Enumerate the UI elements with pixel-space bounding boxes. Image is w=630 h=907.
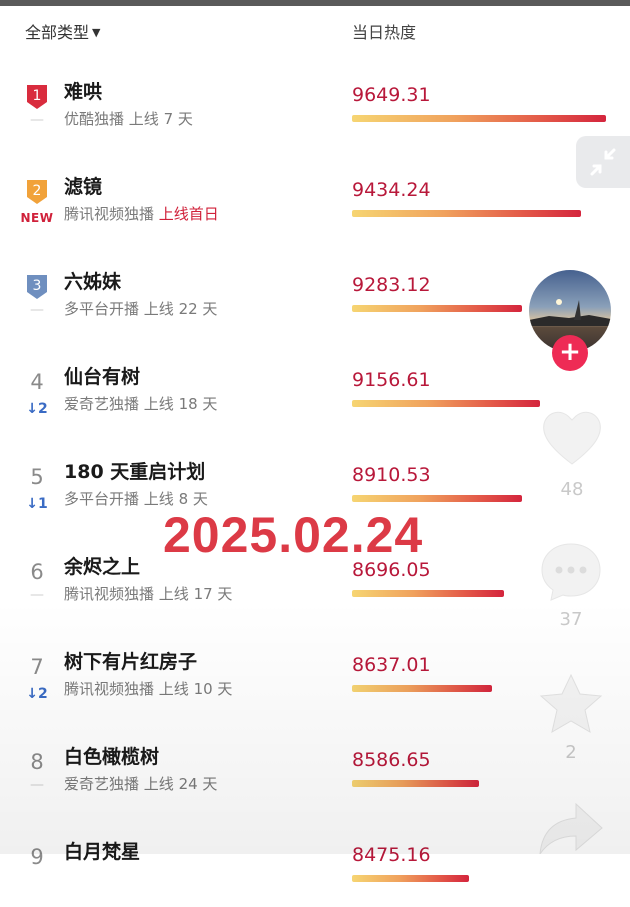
show-meta: 优酷独播 上线 7 天 — [64, 108, 193, 129]
rank-number: 8 — [30, 750, 44, 774]
show-meta: 多平台开播 上线 22 天 — [64, 298, 217, 319]
heat-score: 8586.65 — [352, 749, 431, 771]
platform-label: 腾讯视频独播 — [64, 205, 155, 223]
rank-unchanged-indicator: — — [30, 587, 44, 603]
rank-number: 9 — [30, 845, 44, 869]
heat-column-header: 当日热度 — [352, 23, 417, 42]
heat-score: 9434.24 — [352, 179, 431, 201]
rank-number: 2 — [33, 183, 42, 199]
rank-down-indicator: ↓2 — [26, 686, 48, 702]
heat-bar — [352, 210, 581, 217]
show-title[interactable]: 六姊妹 — [64, 267, 121, 294]
heat-bar — [352, 400, 540, 407]
heat-bar — [352, 685, 492, 692]
rank-number: 7 — [30, 655, 44, 679]
platform-label: 爱奇艺独播 — [64, 395, 140, 413]
rank-down-indicator: ↓2 — [26, 401, 48, 417]
new-badge: NEW — [20, 211, 54, 225]
plus-icon: + — [559, 337, 581, 367]
collapse-button[interactable] — [576, 136, 630, 188]
heat-bar — [352, 115, 606, 122]
heat-score: 8637.01 — [352, 654, 431, 676]
like-button[interactable] — [538, 406, 606, 470]
rank-number: 3 — [33, 278, 42, 294]
platform-label: 多平台开播 — [64, 300, 140, 318]
heat-bar-track — [352, 780, 608, 788]
ranking-row[interactable]: 4 ↓2 仙台有树爱奇艺独播 上线 18 天 9156.61 — [0, 337, 630, 432]
platform-label: 腾讯视频独播 — [64, 585, 155, 603]
heat-bar-track — [352, 210, 608, 218]
type-filter-dropdown[interactable]: 全部类型 ▼ — [25, 19, 100, 43]
online-days-label: 上线 17 天 — [158, 585, 233, 603]
show-title[interactable]: 滤镜 — [64, 172, 102, 199]
online-days-label: 上线 18 天 — [143, 395, 218, 413]
star-icon — [539, 673, 603, 734]
heat-score: 8910.53 — [352, 464, 431, 486]
rank-number: 4 — [30, 370, 44, 394]
heat-score: 8475.16 — [352, 844, 431, 866]
heat-bar-track — [352, 875, 608, 883]
heat-score: 9649.31 — [352, 84, 431, 106]
ranking-row[interactable]: 7 ↓2 树下有片红房子腾讯视频独播 上线 10 天 8637.01 — [0, 622, 630, 717]
rank-badge-icon: 2 — [25, 178, 49, 205]
collapse-arrows-icon — [590, 148, 616, 176]
show-meta: 爱奇艺独播 上线 24 天 — [64, 773, 217, 794]
rank-unchanged-indicator: — — [30, 777, 44, 793]
show-title[interactable]: 白色橄榄树 — [64, 742, 159, 769]
share-arrow-icon — [539, 802, 603, 855]
heat-bar — [352, 495, 522, 502]
platform-label: 腾讯视频独播 — [64, 680, 155, 698]
heat-score: 9283.12 — [352, 274, 431, 296]
follow-button[interactable]: + — [552, 335, 588, 371]
online-days-label: 上线首日 — [158, 205, 219, 223]
share-button[interactable] — [536, 800, 606, 855]
favorite-count: 2 — [565, 742, 577, 763]
rank-badge-icon: 3 — [25, 273, 49, 300]
online-days-label: 上线 7 天 — [128, 110, 193, 128]
heat-bar — [352, 590, 504, 597]
show-meta: 爱奇艺独播 上线 18 天 — [64, 393, 217, 414]
ranking-row[interactable]: 1 — 难哄优酷独播 上线 7 天 9649.31 — [0, 52, 630, 147]
ranking-row[interactable]: 2 NEW 滤镜腾讯视频独播 上线首日 9434.24 — [0, 147, 630, 242]
show-title[interactable]: 白月梵星 — [64, 837, 140, 864]
show-title[interactable]: 仙台有树 — [64, 362, 140, 389]
list-header: 全部类型 ▼ 当日热度 — [0, 6, 630, 52]
date-watermark: 2025.02.24 — [163, 507, 424, 563]
comment-bubble-icon — [541, 543, 601, 601]
online-days-label: 上线 24 天 — [143, 775, 218, 793]
show-title[interactable]: 树下有片红房子 — [64, 647, 197, 674]
rank-unchanged-indicator: — — [30, 302, 44, 318]
heart-icon — [543, 411, 601, 465]
rank-number: 5 — [30, 465, 44, 489]
ranking-row[interactable]: 8 — 白色橄榄树爱奇艺独播 上线 24 天 8586.65 — [0, 717, 630, 812]
heat-bar — [352, 780, 479, 787]
caret-down-icon: ▼ — [92, 26, 101, 39]
platform-label: 优酷独播 — [64, 110, 125, 128]
show-title[interactable]: 余烬之上 — [64, 552, 140, 579]
rank-number: 6 — [30, 560, 44, 584]
platform-label: 多平台开播 — [64, 490, 140, 508]
show-title[interactable]: 180 天重启计划 — [64, 457, 205, 484]
heat-bar — [352, 875, 469, 882]
heat-bar — [352, 305, 522, 312]
type-filter-label: 全部类型 — [25, 23, 90, 42]
rank-badge-icon: 1 — [25, 83, 49, 110]
favorite-button[interactable] — [538, 672, 604, 736]
online-days-label: 上线 22 天 — [143, 300, 218, 318]
rank-number: 1 — [33, 88, 42, 104]
show-meta: 腾讯视频独播 上线 17 天 — [64, 583, 232, 604]
comment-button[interactable] — [538, 540, 604, 602]
online-days-label: 上线 10 天 — [158, 680, 233, 698]
rank-down-indicator: ↓1 — [26, 496, 48, 512]
heat-bar-track — [352, 115, 608, 123]
like-count: 48 — [560, 479, 584, 500]
comment-count: 37 — [559, 609, 583, 630]
show-meta: 腾讯视频独播 上线 10 天 — [64, 678, 232, 699]
platform-label: 爱奇艺独播 — [64, 775, 140, 793]
show-title[interactable]: 难哄 — [64, 77, 102, 104]
heat-score: 9156.61 — [352, 369, 431, 391]
show-meta: 腾讯视频独播 上线首日 — [64, 203, 219, 224]
rank-unchanged-indicator: — — [30, 112, 44, 128]
